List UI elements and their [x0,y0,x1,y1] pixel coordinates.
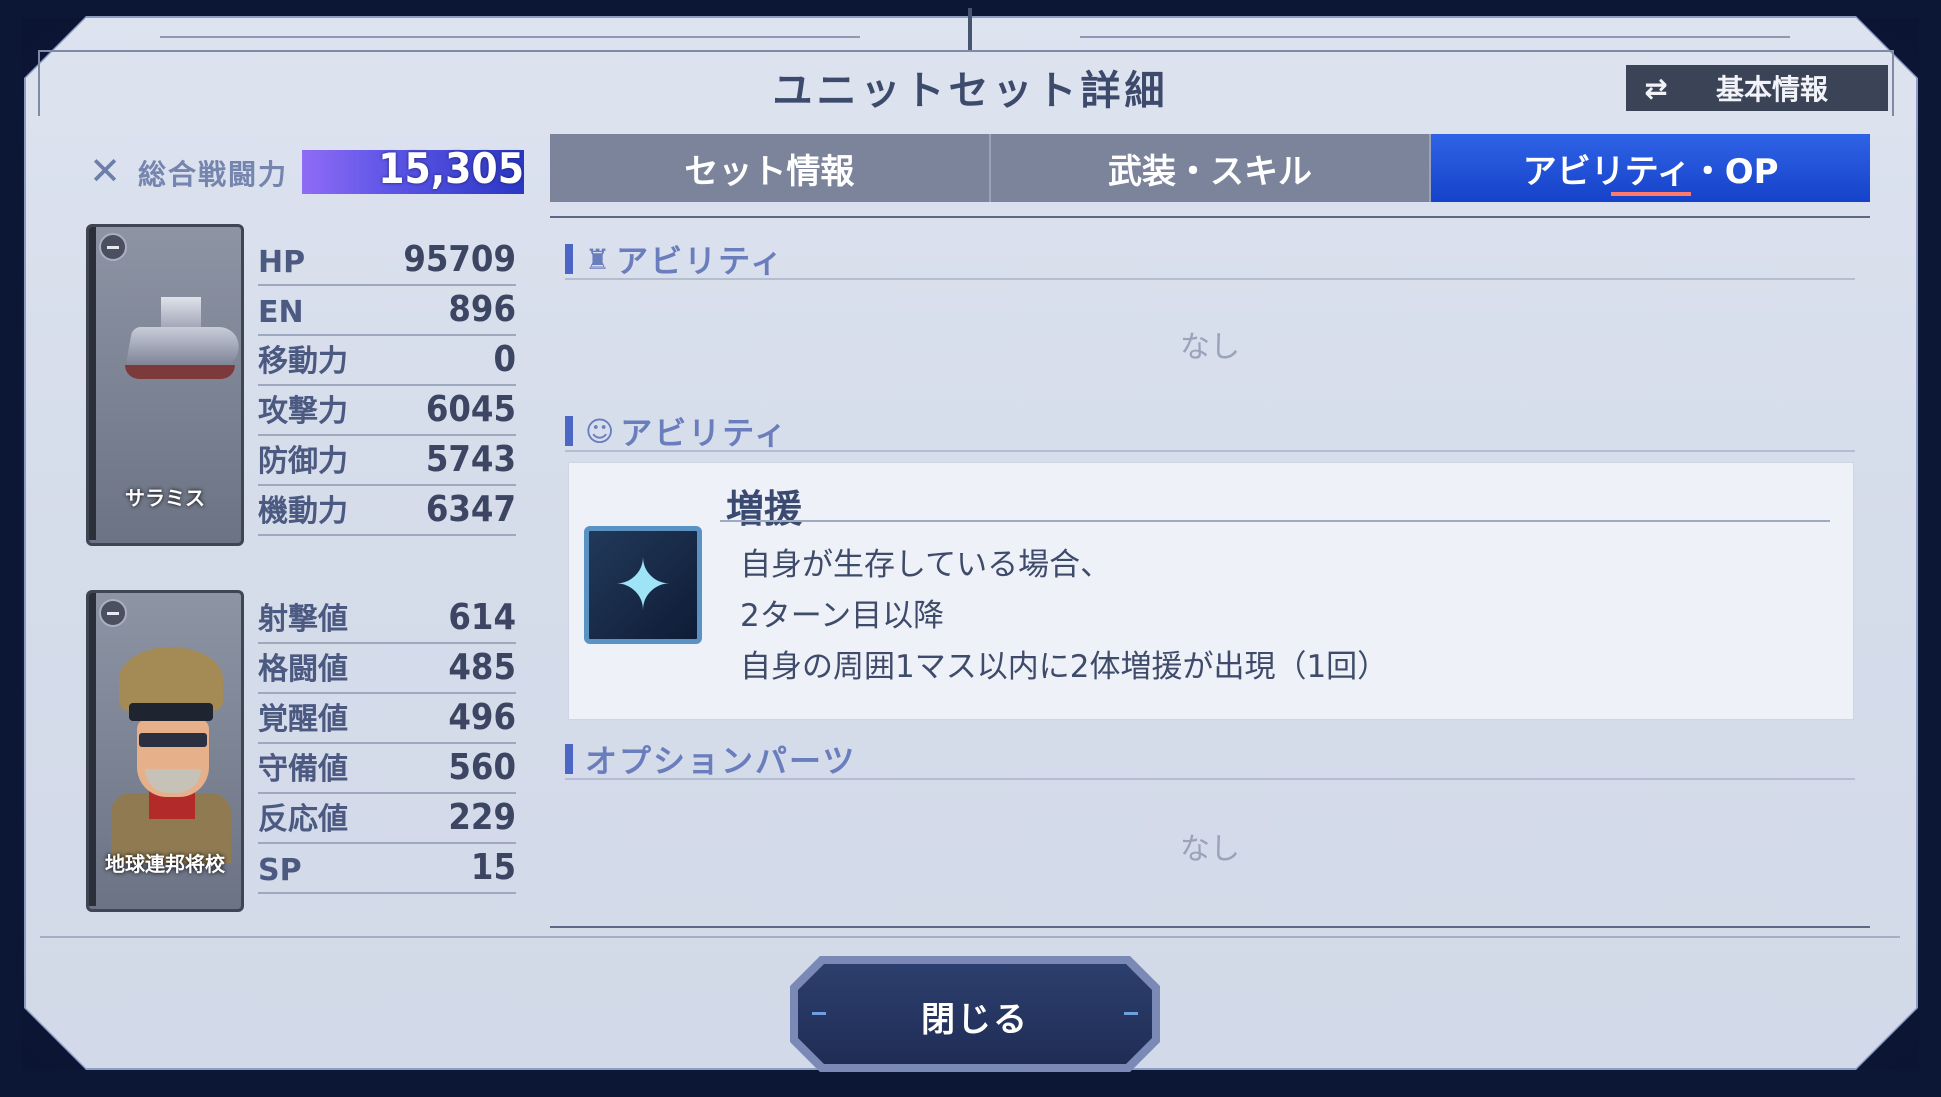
stat-label: HP [258,245,306,280]
section-divider [565,278,1855,280]
content-bottom-divider [550,926,1870,928]
stat-row: EN 896 [258,286,516,336]
ability-card[interactable]: ✦ 増援 自身が生存している場合、 2ターン目以降 自身の周囲1マス以内に2体増… [568,462,1854,720]
stat-row: 反応値 229 [258,794,516,844]
tab-ability-op[interactable]: アビリティ・OP [1429,134,1871,202]
unit-ability-header: ♜ アビリティ [565,236,784,282]
frame-left [0,0,22,1097]
ship-image [119,287,241,397]
active-tab-underline [1610,192,1691,196]
stat-row: 格闘値 485 [258,644,516,694]
close-button-label: 閉じる [921,1000,1029,1040]
stat-label: 機動力 [258,494,348,529]
stat-value: 614 [448,597,516,638]
stat-label: 防御力 [258,444,348,479]
description-line: 自身が生存している場合、 [740,547,1112,583]
tabs-divider [550,216,1870,218]
footer-divider [40,936,1900,938]
section-marker [565,744,573,774]
header-line-right [1080,36,1790,38]
stat-row: 射撃値 614 [258,594,516,644]
tab-label: 武装・スキル [1108,151,1312,192]
stat-label: 射撃値 [258,602,348,637]
section-marker [565,244,573,274]
tab-label: セット情報 [684,151,855,192]
description-line: 自身の周囲1マス以内に2体増援が出現（1回） [740,649,1389,685]
frame-right [1919,0,1941,1097]
pilot-ability-header: ☺ アビリティ [565,408,788,454]
reinforcement-icon: ✦ [584,526,702,644]
stat-label: SP [258,853,302,888]
unit-name: サラミス [125,486,205,510]
section-title: オプションパーツ [585,742,857,780]
stat-value: 485 [448,647,516,688]
stat-value: 560 [448,747,516,788]
crossed-swords-icon: ✕ [89,149,121,193]
stat-label: 格闘値 [258,652,348,687]
remove-pilot-icon[interactable] [99,599,127,627]
pilot-name: 地球連邦将校 [105,852,225,876]
section-divider [565,450,1855,452]
ability-description: 自身が生存している場合、 2ターン目以降 自身の周囲1マス以内に2体増援が出現（… [740,540,1388,693]
stat-value: 0 [493,339,516,380]
basic-info-button[interactable]: ⇄ 基本情報 [1626,65,1888,111]
stat-label: 守備値 [258,752,348,787]
pilot-head-icon: ☺ [585,414,615,448]
option-parts-empty: なし [1180,832,1240,867]
stat-value: 229 [448,797,516,838]
ability-name-divider [720,520,1830,522]
combat-power-value: 15,305 [378,144,524,193]
stat-row: 機動力 6347 [258,486,516,536]
remove-unit-icon[interactable] [99,233,127,261]
pilot-stats: 射撃値 614 格闘値 485 覚醒値 496 守備値 560 反応値 229 SP 15 [258,594,516,894]
stat-value: 15 [470,847,516,888]
stat-row: 守備値 560 [258,744,516,794]
stat-row: SP 15 [258,844,516,894]
stat-value: 6347 [425,489,516,530]
stat-row: HP 95709 [258,236,516,286]
tab-label: アビリティ・OP [1522,151,1779,192]
frame-bottom [0,1069,1941,1097]
header-line-left [160,36,860,38]
stat-label: EN [258,295,304,330]
stat-label: 移動力 [258,344,348,379]
unit-ability-empty: なし [1180,330,1240,365]
close-button[interactable]: 閉じる [790,956,1160,1072]
stat-label: 攻撃力 [258,394,348,429]
pilot-image [111,633,231,863]
tab-weapons-skills[interactable]: 武装・スキル [988,134,1430,202]
pilot-portrait[interactable]: 地球連邦将校 [86,590,244,912]
stat-value: 5743 [425,439,516,480]
combat-power-label: 総合戦闘力 [138,158,289,191]
stat-label: 覚醒値 [258,702,348,737]
stat-value: 496 [448,697,516,738]
section-title: アビリティ [616,242,785,280]
header-notch [968,8,972,52]
unit-stats: HP 95709 EN 896 移動力 0 攻撃力 6045 防御力 5743 機動力 63… [258,236,516,536]
stat-row: 防御力 5743 [258,436,516,486]
unit-portrait[interactable]: サラミス [86,224,244,546]
stat-value: 6045 [425,389,516,430]
shuffle-icon: ⇄ [1644,71,1668,105]
stat-row: 移動力 0 [258,336,516,386]
stat-row: 攻撃力 6045 [258,386,516,436]
option-parts-header: オプションパーツ [565,736,856,782]
ability-name: 増援 [726,487,803,531]
stat-value: 95709 [403,239,516,280]
stat-value: 896 [448,289,516,330]
stat-label: 反応値 [258,802,348,837]
section-title: アビリティ [620,414,789,452]
mech-head-icon: ♜ [585,242,611,276]
stat-row: 覚醒値 496 [258,694,516,744]
tab-bar: セット情報 武装・スキル アビリティ・OP [550,134,1871,202]
tab-set-info[interactable]: セット情報 [550,134,989,202]
description-line: 2ターン目以降 [740,598,945,634]
section-marker [565,416,573,446]
basic-info-label: 基本情報 [1715,73,1828,106]
section-divider [565,778,1855,780]
